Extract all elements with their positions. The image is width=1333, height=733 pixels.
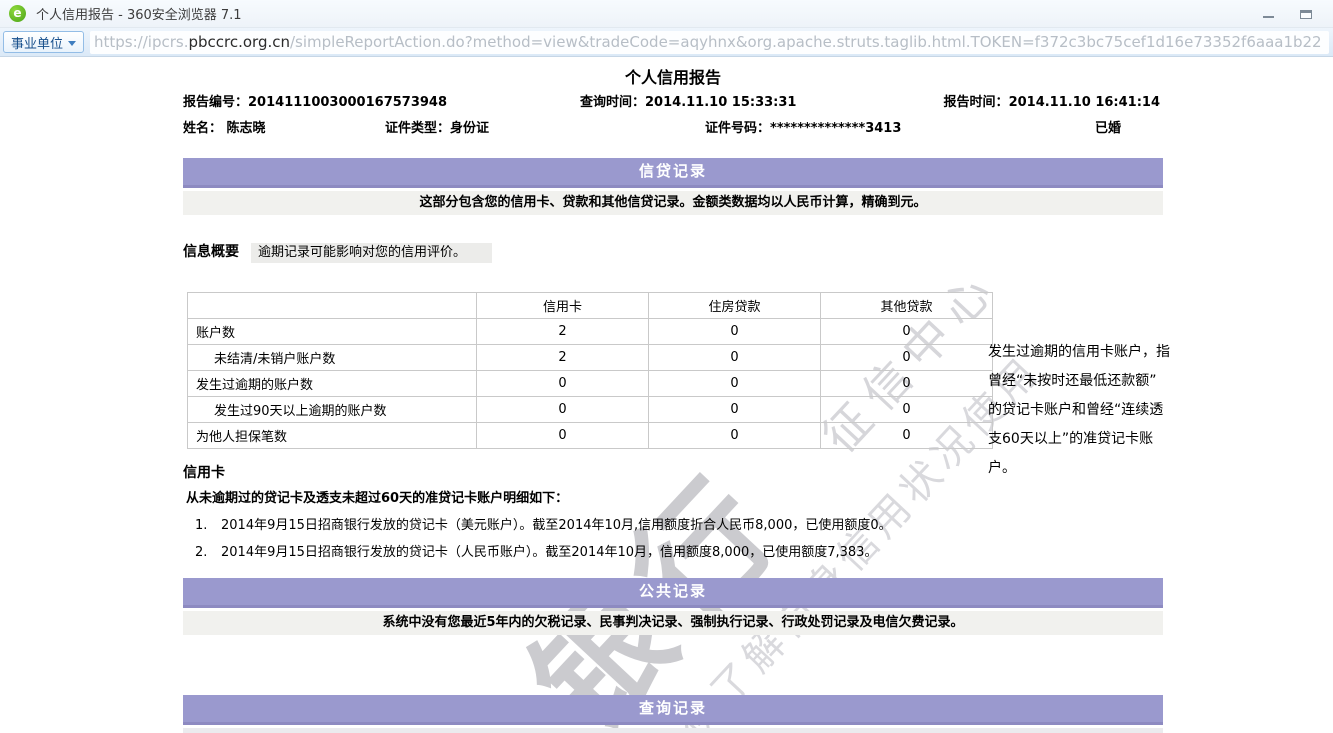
- table-cell: 0: [820, 318, 993, 345]
- table-column-header: 信用卡: [476, 292, 649, 319]
- table-cell: 0: [476, 396, 649, 423]
- table-cell: 0: [820, 370, 993, 397]
- row-label: 未结清/未销户账户数: [187, 344, 477, 371]
- row-label: 发生过90天以上逾期的账户数: [187, 396, 477, 423]
- browser-window: e 个人信用报告 - 360安全浏览器 7.1 事业单位 https://ipc…: [0, 0, 1333, 733]
- maximize-icon: [1300, 9, 1312, 19]
- minimize-icon: [1262, 16, 1274, 18]
- table-corner-cell: [187, 292, 477, 319]
- table-row: 发生过90天以上逾期的账户数 0 0 0: [187, 396, 993, 423]
- url-path: /simpleReportAction.do?method=view&trade…: [289, 32, 1322, 51]
- table-row: 账户数 2 0 0: [187, 318, 993, 345]
- identity-row: 姓名： 陈志晓 证件类型：身份证 证件号码：**************3413…: [183, 117, 1163, 136]
- table-row: 发生过逾期的账户数 0 0 0: [187, 370, 993, 397]
- report-meta-row: 报告编号：2014111003000167573948 查询时间：2014.11…: [183, 91, 1163, 110]
- row-label: 为他人担保笔数: [187, 422, 477, 449]
- report-time: 报告时间：2014.11.10 16:41:14: [943, 95, 1160, 110]
- id-type: 证件类型：身份证: [385, 121, 490, 136]
- table-cell: 0: [820, 344, 993, 371]
- overdue-definition-note: 发生过逾期的信用卡账户，指 曾经“未按时还最低还款额” 的贷记卡账户和曾经“连续…: [988, 344, 1170, 476]
- overdue-note: 逾期记录可能影响对您的信用评价。: [251, 243, 493, 263]
- url-input[interactable]: https://ipcrs.pbccrc.org.cn/simpleReport…: [90, 30, 1329, 54]
- report-page: 银行 征信中心 仅供了解自身信用状况使用 个人信用报告 报告编号：2014111…: [0, 57, 1333, 733]
- table-cell: 0: [476, 370, 649, 397]
- table-row: 未结清/未销户账户数 2 0 0: [187, 344, 993, 371]
- table-column-header: 住房贷款: [648, 292, 821, 319]
- id-number: 证件号码：**************3413: [705, 121, 902, 136]
- section-header-credit-records: 信贷记录: [183, 158, 1163, 188]
- query-section-description-partial: [183, 728, 1163, 733]
- public-section-description: 系统中没有您最近5年内的欠税记录、民事判决记录、强制执行记录、行政处罚记录及电信…: [183, 611, 1163, 635]
- info-summary-label: 信息概要: [183, 244, 239, 260]
- table-cell: 0: [820, 422, 993, 449]
- section-header-query-records: 查询记录: [183, 695, 1163, 725]
- table-row: 为他人担保笔数 0 0 0: [187, 422, 993, 449]
- page-title: 个人信用报告: [624, 68, 721, 87]
- section-header-public-records: 公共记录: [183, 578, 1163, 608]
- query-time: 查询时间：2014.11.10 15:33:31: [580, 95, 797, 110]
- url-domain: pbccrc.org.cn: [188, 32, 290, 51]
- maximize-button[interactable]: [1287, 3, 1325, 25]
- row-label: 账户数: [187, 318, 477, 345]
- table-header-row: 信用卡 住房贷款 其他贷款: [187, 292, 993, 319]
- table-cell: 0: [476, 422, 649, 449]
- zone-dropdown-button[interactable]: 事业单位: [3, 31, 85, 53]
- browser-logo-icon: e: [9, 5, 26, 22]
- window-title: 个人信用报告 - 360安全浏览器 7.1: [36, 8, 242, 23]
- credit-section-description: 这部分包含您的信用卡、贷款和其他信贷记录。金额类数据均以人民币计算，精确到元。: [183, 191, 1163, 215]
- address-bar: 事业单位 https://ipcrs.pbccrc.org.cn/simpleR…: [0, 28, 1333, 57]
- table-cell: 0: [820, 396, 993, 423]
- credit-summary-table: 信用卡 住房贷款 其他贷款 账户数 2 0 0 未结清/未销户账户数 2 0 0 发生过逾期的账户数…: [187, 292, 993, 449]
- report-number: 报告编号：2014111003000167573948: [183, 95, 448, 110]
- table-cell: 0: [648, 344, 821, 371]
- window-controls: [1249, 0, 1325, 28]
- table-column-header: 其他贷款: [820, 292, 993, 319]
- item-text: 2014年9月15日招商银行发放的贷记卡（人民币账户）。截至2014年10月，信…: [221, 545, 878, 560]
- url-prefix: https://ipcrs.: [94, 32, 189, 51]
- title-bar: e 个人信用报告 - 360安全浏览器 7.1: [0, 0, 1333, 28]
- minimize-button[interactable]: [1249, 3, 1287, 25]
- info-summary-row: 信息概要 逾期记录可能影响对您的信用评价。: [183, 241, 1163, 263]
- table-cell: 0: [648, 370, 821, 397]
- credit-card-list: 1. 2014年9月15日招商银行发放的贷记卡（美元账户）。截至2014年10月,…: [183, 514, 1163, 560]
- table-cell: 0: [648, 396, 821, 423]
- item-number: 2.: [195, 545, 208, 560]
- item-text: 2014年9月15日招商银行发放的贷记卡（美元账户）。截至2014年10月,信用…: [221, 518, 892, 533]
- credit-card-item: 2. 2014年9月15日招商银行发放的贷记卡（人民币账户）。截至2014年10月…: [183, 541, 1163, 560]
- table-cell: 2: [476, 344, 649, 371]
- report-content: 个人信用报告 报告编号：2014111003000167573948 查询时间：…: [183, 57, 1170, 733]
- item-number: 1.: [195, 518, 208, 533]
- person-name: 姓名： 陈志晓: [183, 121, 266, 136]
- credit-card-item: 1. 2014年9月15日招商银行发放的贷记卡（美元账户）。截至2014年10月,…: [183, 514, 1163, 533]
- row-label: 发生过逾期的账户数: [187, 370, 477, 397]
- table-cell: 0: [648, 318, 821, 345]
- table-cell: 0: [648, 422, 821, 449]
- credit-card-subheading: 从未逾期过的贷记卡及透支未超过60天的准贷记卡账户明细如下：: [186, 491, 569, 506]
- marital-status: 已婚: [1095, 121, 1122, 136]
- zone-dropdown-label: 事业单位: [11, 36, 64, 52]
- chevron-down-icon: [68, 40, 77, 46]
- table-cell: 2: [476, 318, 649, 345]
